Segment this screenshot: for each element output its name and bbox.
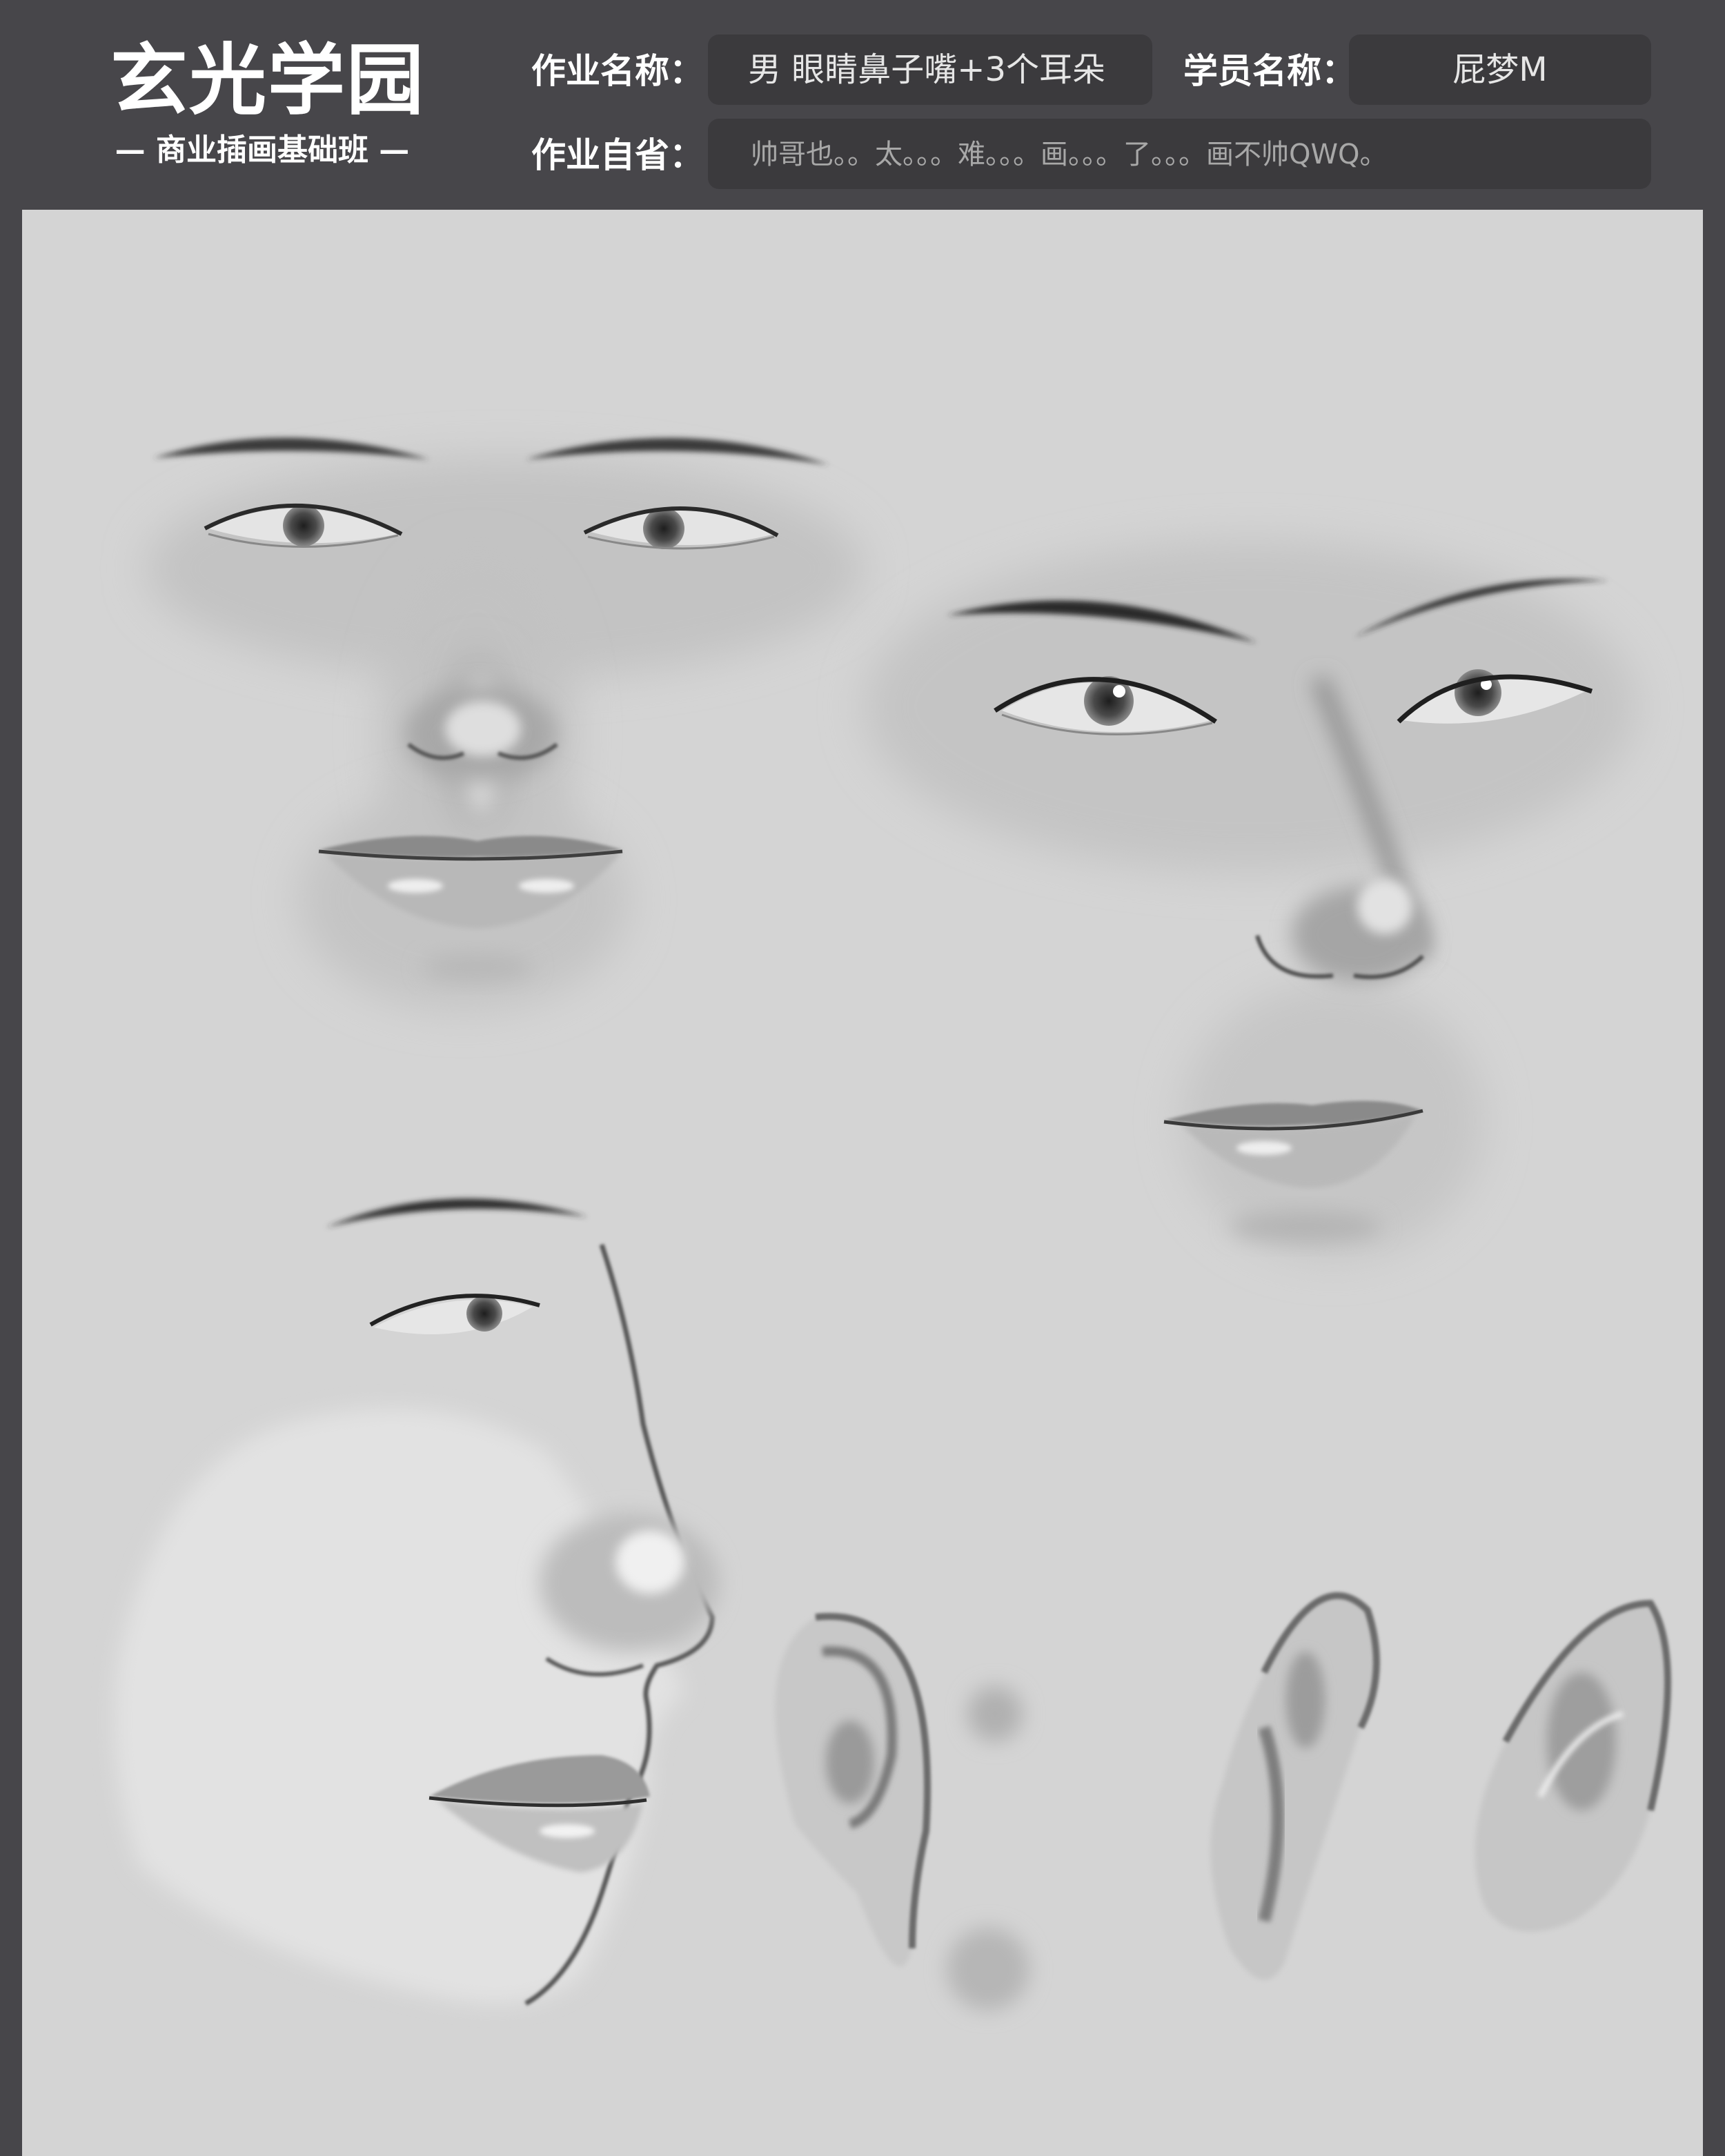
student-name-field: 屁梦M (1349, 34, 1651, 105)
artwork-canvas (22, 210, 1703, 2156)
header-bar: 玄光学园 — 商业插画基础班 — 作业名称： 男 眼睛鼻子嘴+3个耳朵 学员名称… (0, 0, 1725, 208)
ear-drawing-1 (775, 1612, 1029, 2010)
ear-drawing-3 (1475, 1599, 1671, 1932)
self-review-value: 帅哥也。。太。。。难。。。画。。。了。。。画不帅QWQ。 (751, 139, 1388, 170)
artwork-illustration (115, 437, 1671, 2010)
assignment-name-label: 作业名称： (531, 51, 704, 91)
three-quarter-face-drawing (864, 541, 1637, 1258)
logo-subtitle: — 商业插画基础班 — (115, 132, 410, 168)
logo-title: 玄光学园 (110, 35, 425, 126)
profile-face-drawing (115, 1198, 719, 2006)
self-review-field: 帅哥也。。太。。。难。。。画。。。了。。。画不帅QWQ。 (708, 119, 1651, 189)
self-review-label: 作业自省： (531, 135, 704, 175)
ear-drawing-2 (1210, 1592, 1380, 1980)
student-name-label: 学员名称： (1183, 51, 1356, 91)
assignment-name-value: 男 眼睛鼻子嘴+3个耳朵 (748, 50, 1106, 89)
assignment-name-field: 男 眼睛鼻子嘴+3个耳朵 (708, 34, 1152, 105)
student-name-value: 屁梦M (1452, 50, 1548, 89)
frontal-face-drawing (146, 437, 864, 1010)
